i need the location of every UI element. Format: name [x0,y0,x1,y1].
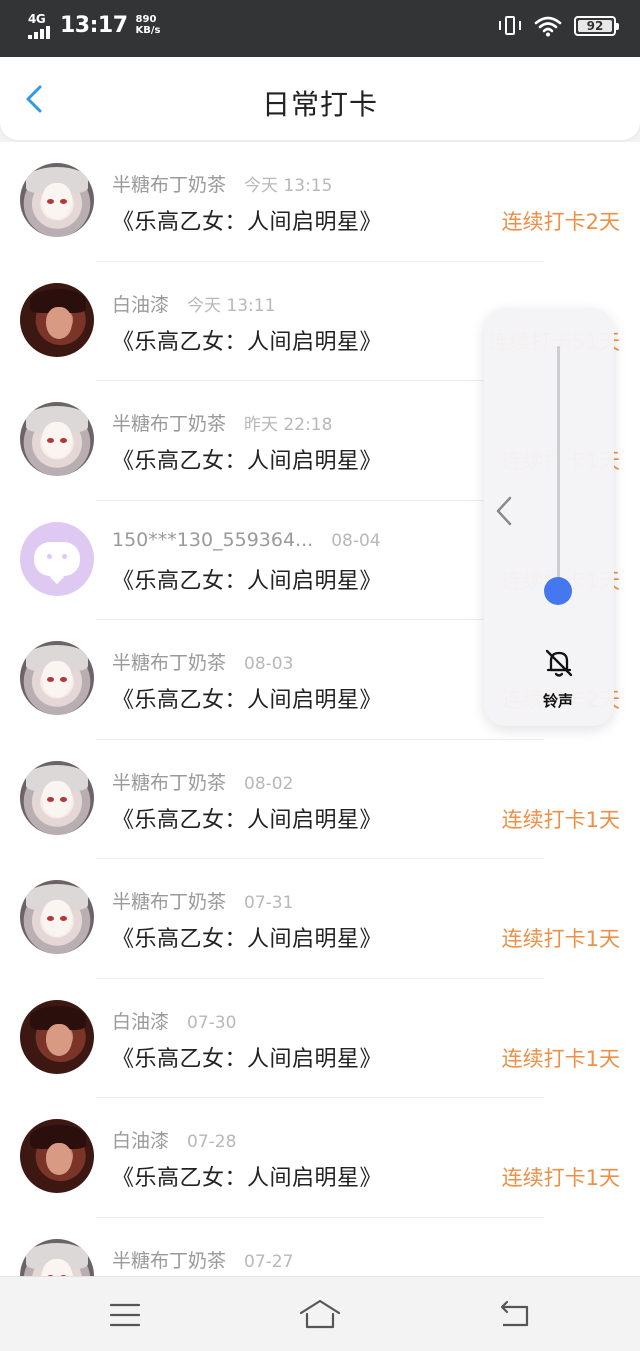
system-nav-bar [0,1276,640,1351]
checkin-time: 今天 13:15 [244,176,333,196]
checkin-time: 昨天 22:18 [244,415,333,435]
checkin-time: 07-31 [244,893,294,913]
menu-button[interactable] [105,1295,145,1335]
checkin-time: 08-02 [244,773,294,794]
avatar[interactable] [20,880,94,954]
vibrate-icon [498,14,522,38]
user-name[interactable]: 白油漆 [112,1007,169,1034]
streak-label: 连续打卡1天 [501,807,620,832]
streak-label: 连续打卡2天 [501,210,620,234]
user-name[interactable]: 半糖布丁奶茶 [112,887,226,914]
work-title[interactable]: 《乐高乙女：人间启明星》 [112,563,382,595]
avatar[interactable] [20,402,94,476]
avatar[interactable] [20,1238,94,1276]
avatar[interactable] [20,999,94,1074]
wifi-icon [534,16,562,37]
volume-label: 铃声 [542,692,573,710]
home-icon [299,1299,341,1329]
checkin-time: 07-28 [187,1132,237,1152]
checkin-time: 08-03 [244,654,294,674]
status-time: 13:17 [60,12,128,38]
avatar[interactable] [20,521,94,596]
user-name[interactable]: 半糖布丁奶茶 [112,409,226,436]
bell-off-icon[interactable] [542,646,576,680]
user-name[interactable]: 白油漆 [112,290,169,317]
status-bar: 4G 13:17 890 KB/s 92 [0,0,640,57]
back-icon [500,1300,529,1327]
work-title[interactable]: 《乐高乙女：人间启明星》 [112,682,382,714]
volume-slider-track[interactable] [557,346,560,604]
chevron-left-icon[interactable] [492,494,516,528]
work-title[interactable]: 《乐高乙女：人间启明星》 [112,324,382,356]
avatar[interactable] [20,282,94,357]
work-title[interactable]: 《乐高乙女：人间启明星》 [112,443,382,475]
network-speed: 890 KB/s [135,14,161,36]
checkin-row[interactable]: 半糖布丁奶茶 08-02 《乐高乙女：人间启明星》 连续打卡1天 [0,740,640,859]
streak-label: 连续打卡1天 [501,927,620,951]
avatar[interactable] [20,641,94,715]
user-name[interactable]: 150***130_559364... [112,529,313,551]
checkin-row[interactable]: 白油漆 07-28 《乐高乙女：人间启明星》 连续打卡1天 [0,1098,640,1218]
avatar[interactable] [20,1119,94,1193]
user-name[interactable]: 白油漆 [112,1126,169,1153]
menu-icon [109,1303,141,1327]
volume-panel[interactable]: 铃声 [484,308,614,726]
work-title[interactable]: 《乐高乙女：人间启明星》 [112,802,382,834]
checkin-row[interactable]: 半糖布丁奶茶 今天 13:15 《乐高乙女：人间启明星》 连续打卡2天 [0,142,640,262]
checkin-row[interactable]: 半糖布丁奶茶 07-27 [0,1218,640,1276]
user-name[interactable]: 半糖布丁奶茶 [112,1246,226,1273]
checkin-time: 今天 13:11 [187,295,276,316]
page-title: 日常打卡 [261,88,378,121]
app-header: 日常打卡 [0,57,640,140]
avatar[interactable] [20,163,94,237]
chat-bubble-icon [34,541,80,576]
nav-back-button[interactable] [495,1295,535,1335]
battery-level: 92 [586,19,604,33]
checkin-row[interactable]: 半糖布丁奶茶 07-31 《乐高乙女：人间启明星》 连续打卡1天 [0,859,640,979]
home-button[interactable] [298,1295,342,1335]
streak-label: 连续打卡1天 [501,1046,620,1071]
work-title[interactable]: 《乐高乙女：人间启明星》 [112,921,382,953]
user-name[interactable]: 半糖布丁奶茶 [112,768,226,795]
work-title[interactable]: 《乐高乙女：人间启明星》 [112,1041,382,1073]
battery-icon: 92 [574,16,619,36]
volume-slider-knob[interactable] [544,577,572,606]
network-type: 4G [28,12,46,26]
checkin-time: 08-04 [331,530,381,551]
checkin-row[interactable]: 白油漆 07-30 《乐高乙女：人间启明星》 连续打卡1天 [0,979,640,1098]
user-name[interactable]: 半糖布丁奶茶 [112,170,226,197]
streak-label: 连续打卡1天 [501,1166,620,1190]
work-title[interactable]: 《乐高乙女：人间启明星》 [112,1160,382,1192]
checkin-time: 07-30 [187,1012,237,1033]
user-name[interactable]: 半糖布丁奶茶 [112,648,226,675]
work-title[interactable]: 《乐高乙女：人间启明星》 [112,204,382,236]
signal-icon: 4G [24,10,56,40]
checkin-time: 07-27 [244,1251,294,1272]
avatar[interactable] [20,760,94,835]
